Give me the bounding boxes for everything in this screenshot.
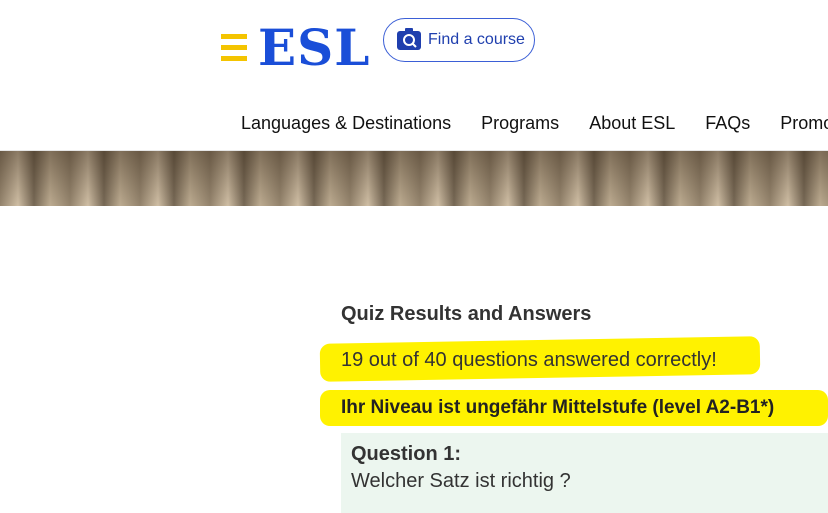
nav-faqs[interactable]: FAQs — [705, 113, 750, 134]
level-text: Ihr Niveau ist ungefähr Mittelstufe (lev… — [341, 397, 775, 418]
nav-promotions[interactable]: Promot — [780, 113, 828, 134]
question-label: Question 1: — [351, 443, 462, 465]
find-course-button[interactable]: Find a course — [383, 18, 535, 62]
nav-programs[interactable]: Programs — [481, 113, 559, 134]
quiz-results-title: Quiz Results and Answers — [341, 303, 592, 325]
find-course-label: Find a course — [428, 31, 525, 48]
nav-about-esl[interactable]: About ESL — [589, 113, 675, 134]
search-icon — [397, 28, 421, 50]
site-header: ESL Find a course Languages & Destinatio… — [0, 0, 828, 151]
hero-overlay — [0, 151, 828, 206]
menu-icon[interactable] — [221, 34, 247, 62]
question-card: Question 1: Welcher Satz ist richtig ? — [341, 433, 828, 513]
main-nav: Languages & Destinations Programs About … — [241, 113, 828, 134]
question-text: Welcher Satz ist richtig ? — [351, 470, 571, 492]
esl-logo[interactable]: ESL — [258, 18, 370, 78]
nav-languages-destinations[interactable]: Languages & Destinations — [241, 113, 451, 134]
score-text: 19 out of 40 questions answered correctl… — [341, 349, 717, 371]
